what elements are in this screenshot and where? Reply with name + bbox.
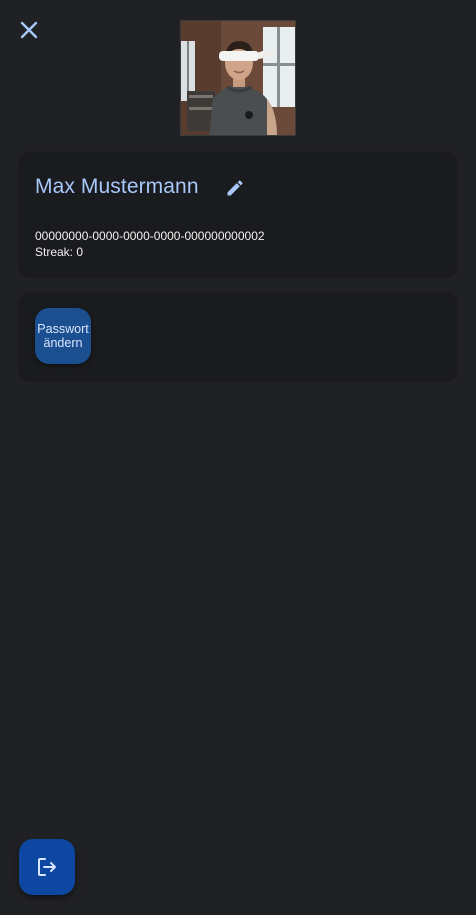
- actions-card: Passwort ändern: [19, 292, 457, 380]
- close-icon: [20, 21, 38, 39]
- profile-name: Max Mustermann: [35, 175, 199, 198]
- change-password-label-line2: ändern: [43, 336, 83, 350]
- pencil-icon: [227, 180, 243, 196]
- streak-count: Streak: 0: [35, 245, 84, 259]
- change-password-button[interactable]: Passwort ändern: [35, 308, 91, 364]
- edit-name-button[interactable]: [222, 175, 248, 201]
- logout-icon: [38, 858, 56, 876]
- avatar: [180, 20, 296, 136]
- user-id: 00000000-0000-0000-0000-000000000002: [35, 229, 265, 243]
- change-password-label-line1: Passwort: [37, 322, 89, 336]
- close-button[interactable]: [16, 17, 42, 43]
- profile-card: Max Mustermann 00000000-0000-0000-0000-0…: [19, 152, 457, 276]
- profile-screen: Max Mustermann 00000000-0000-0000-0000-0…: [0, 0, 476, 915]
- user-photo: [181, 21, 295, 135]
- logout-button[interactable]: [19, 839, 75, 895]
